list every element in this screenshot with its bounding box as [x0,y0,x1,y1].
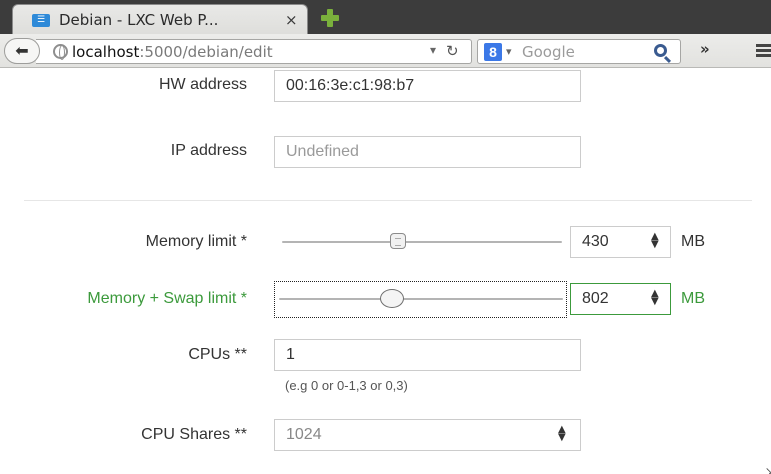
section-divider [24,200,752,201]
memory-swap-limit-unit: MB [681,290,705,307]
memory-limit-value: 430 [582,233,609,250]
cpu-shares-input[interactable]: 1024 ▲ ▼ [274,419,581,451]
url-bar[interactable]: localhost:5000/debian/edit ▾ ↻ [36,39,472,64]
tab-title: Debian - LXC Web P... [59,11,219,29]
url-host: localhost [72,43,140,61]
memory-limit-spinner-icon[interactable]: ▲ ▼ [651,232,659,250]
hw-address-label: HW address [158,76,247,93]
overflow-chevron-icon[interactable]: » [700,40,710,58]
browser-tab[interactable]: ☰ Debian - LXC Web P... × [12,4,308,34]
memory-limit-slider-thumb[interactable] [390,233,406,249]
memory-swap-limit-slider-track[interactable] [279,298,563,300]
search-icon[interactable] [654,44,667,57]
google-logo-icon[interactable]: 8 [484,43,502,61]
tab-close-icon[interactable]: × [285,11,298,29]
cpu-shares-label: CPU Shares ** [141,426,247,443]
memory-swap-limit-label: Memory + Swap limit * [87,290,247,307]
tab-bar: ☰ Debian - LXC Web P... × [0,0,771,34]
hamburger-menu-icon[interactable] [756,44,771,57]
memory-swap-limit-slider-thumb[interactable] [380,289,404,308]
ip-address-label: IP address [170,142,247,159]
mouse-cursor-icon: ↘ [765,466,771,474]
reload-icon[interactable]: ↻ [446,42,459,60]
cpu-shares-spinner-icon[interactable]: ▲ ▼ [558,425,566,443]
memory-limit-label: Memory limit * [145,233,247,250]
search-engine-dropdown-icon[interactable]: ▾ [506,45,512,58]
memory-limit-slider-track[interactable] [282,241,562,243]
memory-swap-limit-slider[interactable] [274,281,567,318]
memory-swap-limit-input[interactable]: 802 ▲ ▼ [570,283,671,315]
hw-address-input[interactable]: 00:16:3e:c1:98:b7 [274,70,581,102]
back-arrow-icon[interactable]: ⬅ [4,38,40,64]
search-placeholder: Google [522,43,575,61]
url-text[interactable]: localhost:5000/debian/edit [72,43,273,61]
cpus-label: CPUs ** [188,346,247,363]
cpu-shares-value: 1024 [286,426,322,443]
memory-swap-limit-value: 802 [582,290,609,307]
cpus-input[interactable]: 1 [274,339,581,371]
memory-swap-limit-spinner-icon[interactable]: ▲ ▼ [651,289,659,307]
navigation-bar: localhost:5000/debian/edit ▾ ↻ ⬅ 8 ▾ Goo… [0,34,771,68]
url-path: :5000/debian/edit [139,43,273,61]
globe-icon [53,44,68,60]
ip-address-input[interactable]: Undefined [274,136,581,168]
lxc-favicon-icon: ☰ [32,14,50,27]
memory-limit-input[interactable]: 430 ▲ ▼ [570,226,671,258]
memory-limit-unit: MB [681,233,705,250]
cpus-help-text: (e.g 0 or 0-1,3 or 0,3) [285,378,408,393]
url-history-dropdown-icon[interactable]: ▾ [430,43,436,57]
search-bar[interactable]: 8 ▾ Google [477,39,681,64]
new-tab-plus-icon[interactable] [320,8,340,28]
